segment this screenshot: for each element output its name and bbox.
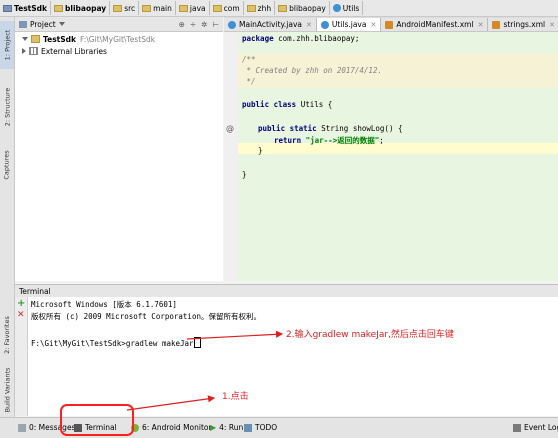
annotation-arrows [126,330,284,411]
annotation-step-1: 1.点击 [222,392,249,402]
annotation-arrow-2 [186,330,284,340]
todo-icon [244,423,252,432]
messages-icon [18,423,26,432]
tab-run[interactable]: ▶ 4: Run [210,421,243,434]
tab-todo[interactable]: TODO [244,421,277,434]
annotation-highlight-box [60,404,134,436]
tab-event-log[interactable]: Event Log [513,421,558,434]
tab-android-monitor[interactable]: 6: Android Monitor [131,421,212,434]
annotation-step-2: 2.输入gradlew makeJar,然后点击回车键 [286,330,454,340]
event-log-icon [513,423,521,432]
run-icon: ▶ [210,423,217,432]
annotation-arrow-1 [126,395,216,411]
